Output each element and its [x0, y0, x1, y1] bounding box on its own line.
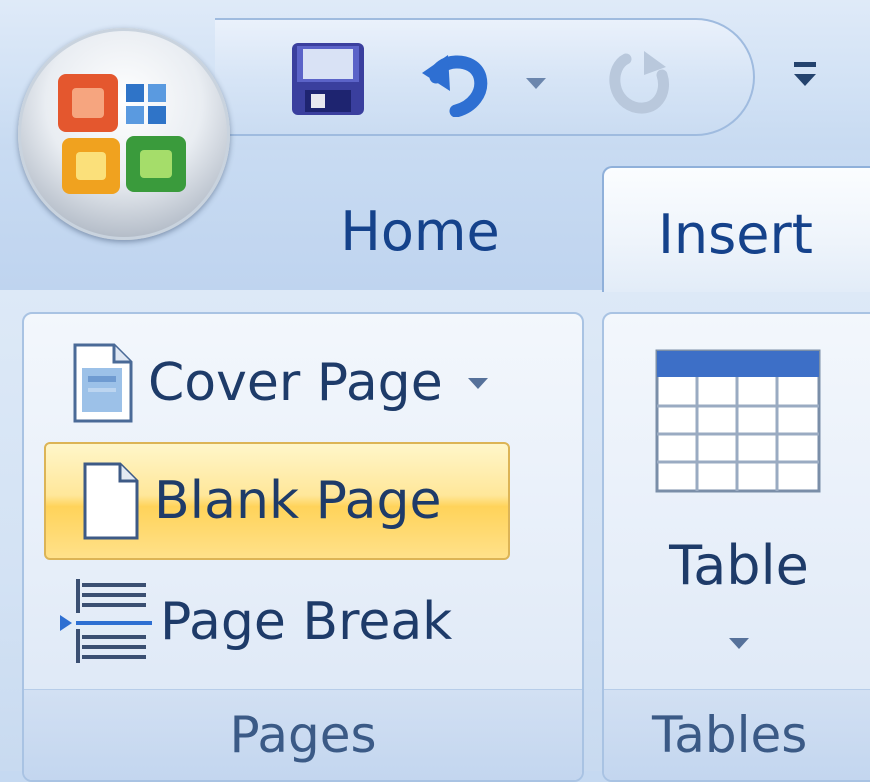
group-pages-label-text: Pages	[229, 706, 377, 764]
customize-qat-button[interactable]	[790, 58, 822, 94]
floppy-disk-icon	[292, 43, 364, 115]
quick-access-toolbar	[215, 18, 755, 136]
group-pages-label: Pages	[24, 689, 582, 780]
group-tables-label: Tables	[604, 689, 870, 780]
group-tables-label-text: Tables	[652, 706, 808, 764]
blank-page-label: Blank Page	[154, 471, 442, 531]
page-break-icon	[60, 579, 152, 663]
blank-page-icon	[83, 462, 139, 540]
office-logo-icon	[58, 74, 186, 194]
redo-icon	[609, 51, 669, 114]
tab-insert-label: Insert	[658, 202, 813, 266]
blank-page-button[interactable]: Blank Page	[44, 442, 510, 560]
page-break-button[interactable]: Page Break	[58, 572, 452, 672]
undo-icon	[422, 55, 488, 117]
cover-page-button[interactable]: Cover Page	[72, 336, 491, 430]
chevron-down-icon	[729, 638, 749, 649]
tab-home[interactable]: Home	[320, 186, 520, 276]
cover-page-icon	[73, 343, 133, 423]
chevron-down-icon	[467, 378, 488, 389]
page-break-label: Page Break	[160, 592, 453, 652]
save-button[interactable]	[287, 38, 369, 120]
tab-insert[interactable]: Insert	[602, 166, 870, 292]
table-button[interactable]: Table	[604, 314, 870, 690]
group-tables: Table Tables	[602, 312, 870, 782]
cover-page-label: Cover Page	[148, 353, 443, 413]
table-icon	[655, 349, 821, 493]
table-label: Table	[669, 534, 809, 597]
chevron-down-icon	[526, 78, 546, 89]
office-button[interactable]	[18, 28, 230, 240]
customize-qat-icon	[794, 62, 816, 86]
tab-home-label: Home	[340, 199, 500, 263]
undo-dropdown-button[interactable]	[523, 70, 549, 96]
undo-button[interactable]	[415, 44, 495, 120]
group-pages: Cover Page Blank Page Page Break Pages	[22, 312, 584, 782]
redo-button[interactable]	[601, 44, 677, 120]
